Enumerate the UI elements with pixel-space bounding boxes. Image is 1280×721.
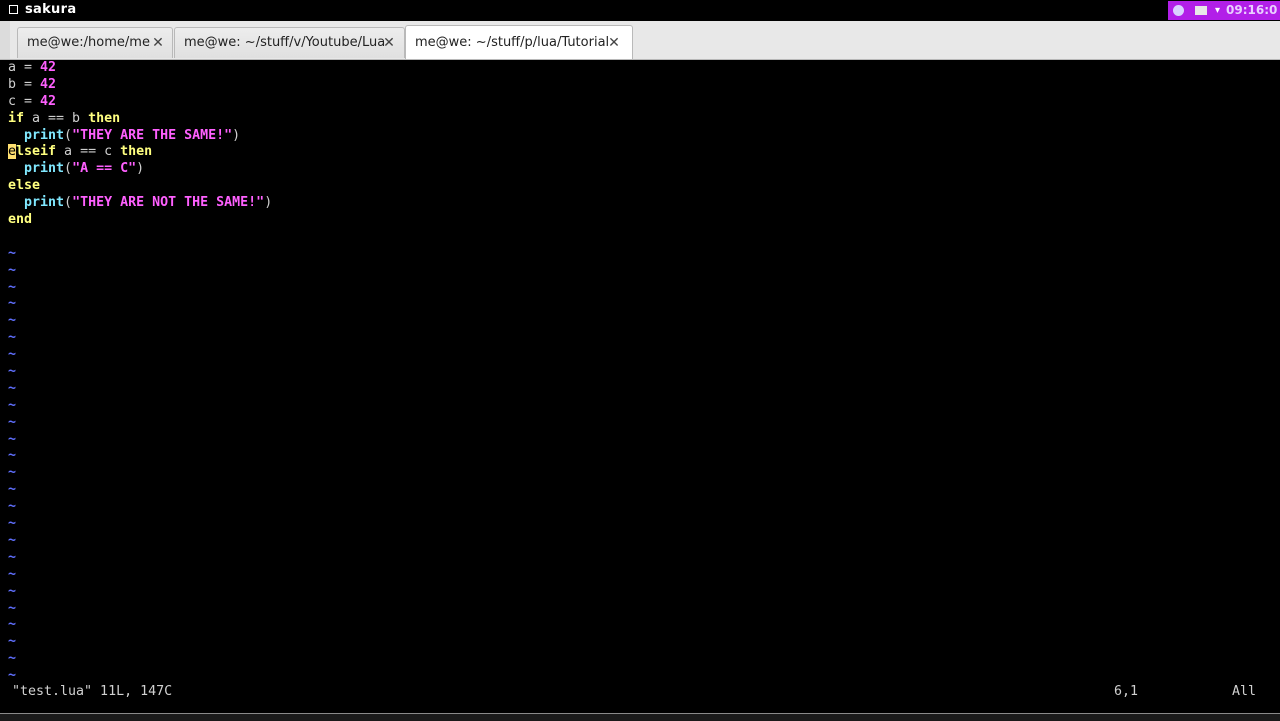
empty-line-marker: ~ [8, 516, 17, 532]
code-line[interactable]: elseif a == c then [8, 144, 1272, 161]
code-token: lseif [16, 144, 57, 160]
code-line[interactable]: c = 42 [8, 94, 1272, 111]
chevron-down-icon[interactable]: ▾ [1212, 5, 1223, 16]
code-token: then [120, 144, 153, 160]
empty-line-marker: ~ [8, 465, 17, 481]
code-token: a == b [24, 110, 89, 126]
window-menu-icon[interactable] [9, 5, 18, 14]
code-token: print [24, 127, 65, 143]
code-token: ( [64, 195, 73, 211]
empty-line-marker: ~ [8, 364, 17, 380]
code-line[interactable]: print("THEY ARE THE SAME!") [8, 128, 1272, 145]
code-token: print [24, 161, 65, 177]
empty-line-marker: ~ [8, 397, 17, 413]
code-token: 42 [40, 93, 57, 109]
code-line[interactable]: a = 42 [8, 60, 1272, 77]
tab-home[interactable]: me@we:/home/me ✕ [17, 27, 173, 58]
empty-line-marker: ~ [8, 482, 17, 498]
code-token: ) [264, 195, 273, 211]
scroll-position: All [1232, 684, 1257, 699]
empty-line-marker: ~ [8, 279, 17, 295]
code-token: b = [8, 76, 41, 92]
empty-line-marker: ~ [8, 380, 17, 396]
code-token: 42 [40, 76, 57, 92]
window-border [0, 21, 10, 59]
code-token: "THEY ARE THE SAME!" [72, 127, 233, 143]
network-icon[interactable] [1195, 6, 1207, 15]
file-info: "test.lua" 11L, 147C [12, 684, 173, 699]
empty-line-marker: ~ [8, 499, 17, 515]
code-token: if [8, 110, 25, 126]
code-token: "A == C" [72, 161, 137, 177]
globe-icon[interactable] [1173, 5, 1184, 16]
empty-line-marker: ~ [8, 313, 17, 329]
cursor-position: 6,1 [1114, 684, 1139, 699]
code-token: ( [64, 161, 73, 177]
code-line[interactable]: print("A == C") [8, 161, 1272, 178]
code-token: end [8, 212, 33, 228]
code-token: a = [8, 60, 41, 75]
vim-statusline: "test.lua" 11L, 147C 6,1 All [8, 684, 1272, 701]
tab-label: me@we: ~/stuff/p/lua/Tutorial [415, 35, 610, 50]
code-token: "THEY ARE NOT THE SAME!" [72, 195, 265, 211]
empty-line-marker: ~ [8, 532, 17, 548]
code-token: then [88, 110, 121, 126]
close-icon[interactable]: ✕ [151, 28, 165, 58]
empty-line-marker: ~ [8, 634, 17, 650]
empty-line-marker: ~ [8, 651, 17, 667]
system-tray: ▾ 09:16:0 [1168, 1, 1280, 20]
close-icon[interactable]: ✕ [607, 26, 621, 60]
empty-line-marker: ~ [8, 245, 17, 261]
tab-bar: me@we:/home/me ✕ me@we: ~/stuff/v/Youtub… [0, 21, 1280, 60]
window-title: sakura [25, 2, 77, 17]
text-cursor: e [8, 144, 17, 160]
tab-label: me@we:/home/me [27, 35, 150, 50]
code-token: ) [136, 161, 145, 177]
close-icon[interactable]: ✕ [382, 28, 396, 58]
empty-line-marker: ~ [8, 431, 17, 447]
code-token: ( [64, 127, 73, 143]
code-token: c = [8, 93, 41, 109]
tab-youtube-lua[interactable]: me@we: ~/stuff/v/Youtube/Lua ✕ [174, 27, 405, 58]
terminal-editor[interactable]: a = 42 b = 42 c = 42 if a == b then print("… [8, 60, 1272, 690]
clock: 09:16:0 [1226, 3, 1278, 17]
code-token: print [24, 195, 65, 211]
code-line[interactable]: end [8, 212, 1272, 229]
code-line[interactable]: if a == b then [8, 111, 1272, 128]
empty-line-marker: ~ [8, 414, 17, 430]
empty-line-marker: ~ [8, 330, 17, 346]
empty-line-marker: ~ [8, 347, 17, 363]
empty-line-marker: ~ [8, 600, 17, 616]
code-line[interactable]: else [8, 178, 1272, 195]
code-token: else [8, 178, 41, 194]
code-token: 42 [40, 60, 57, 75]
code-token: ) [232, 127, 241, 143]
code-token: a == c [56, 144, 121, 160]
empty-line-marker: ~ [8, 296, 17, 312]
code-line[interactable]: b = 42 [8, 77, 1272, 94]
tab-lua-tutorial[interactable]: me@we: ~/stuff/p/lua/Tutorial ✕ [405, 25, 633, 59]
code-line[interactable]: print("THEY ARE NOT THE SAME!") [8, 195, 1272, 212]
code-line[interactable] [8, 229, 1272, 246]
window-titlebar: sakura ▾ 09:16:0 [0, 0, 1280, 21]
empty-line-marker: ~ [8, 617, 17, 633]
empty-line-marker: ~ [8, 566, 17, 582]
empty-line-marker: ~ [8, 448, 17, 464]
tab-label: me@we: ~/stuff/v/Youtube/Lua [184, 35, 386, 50]
empty-line-marker: ~ [8, 668, 17, 684]
empty-line-marker: ~ [8, 262, 17, 278]
empty-line-marker: ~ [8, 549, 17, 565]
empty-line-marker: ~ [8, 583, 17, 599]
